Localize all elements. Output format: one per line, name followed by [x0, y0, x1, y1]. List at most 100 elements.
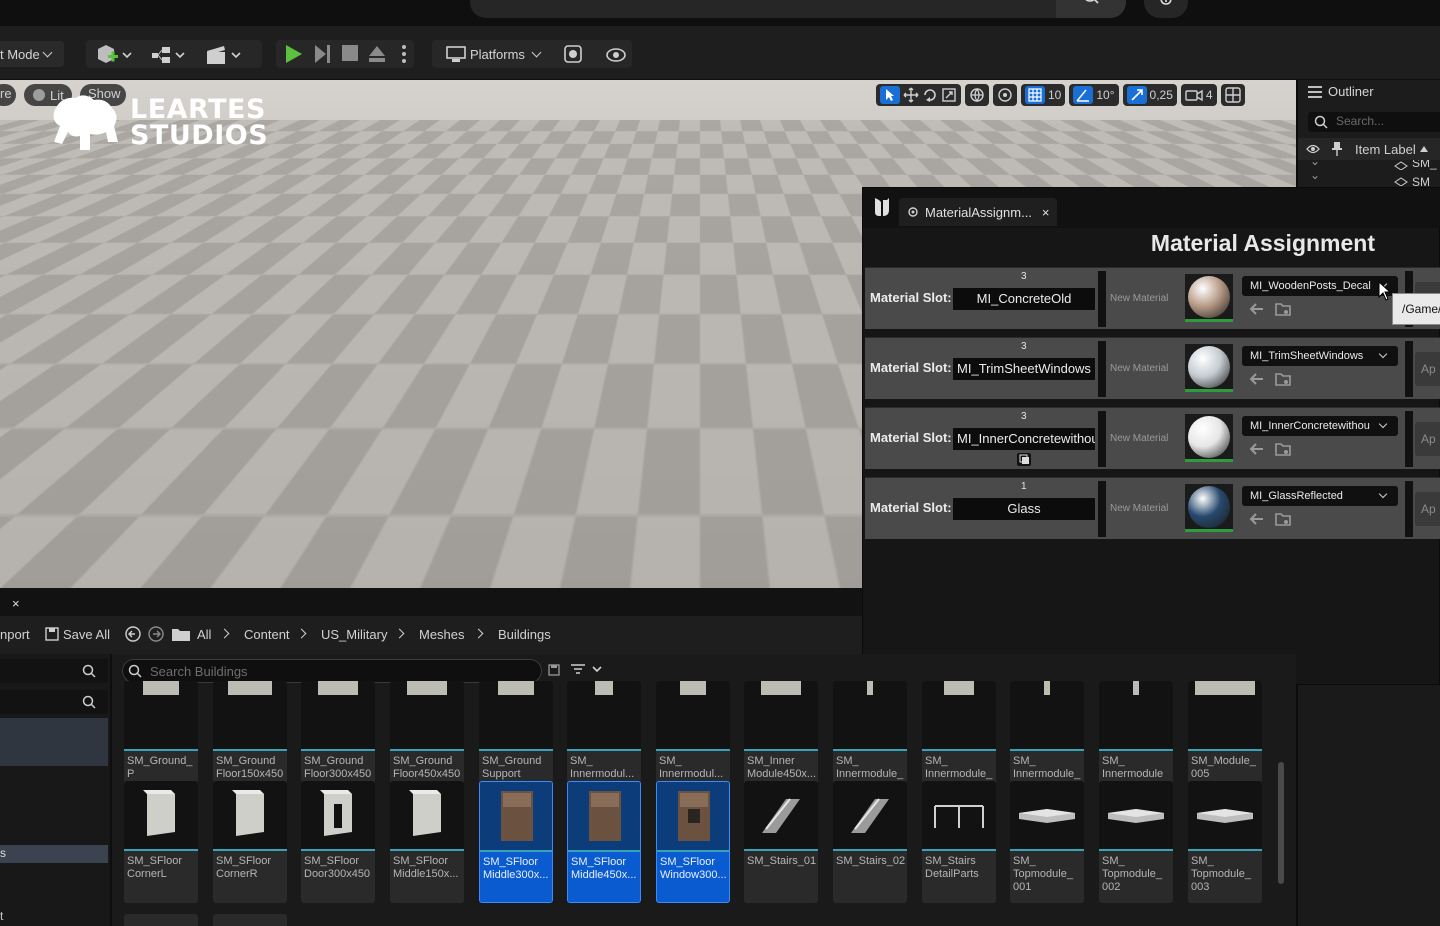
material-thumbnail[interactable]: [1185, 484, 1233, 532]
blueprint-icon[interactable]: [152, 45, 188, 65]
outliner-search-input[interactable]: Search...: [1308, 112, 1440, 132]
filter-icon[interactable]: [571, 664, 603, 676]
asset-tile[interactable]: SM_SFloor Middle150x...: [390, 781, 464, 903]
save-all-button[interactable]: Save All: [63, 627, 110, 642]
use-selected-icon[interactable]: [1249, 302, 1265, 316]
select-tool[interactable]: [880, 86, 900, 104]
slot-name-field[interactable]: MI_ConcreteOld: [953, 288, 1095, 310]
use-selected-icon[interactable]: [1249, 512, 1265, 526]
slot-name-field[interactable]: MI_TrimSheetWindows: [953, 358, 1095, 380]
viewport-layout-button[interactable]: [1221, 84, 1245, 106]
item-label-column[interactable]: Item Label: [1355, 142, 1416, 157]
grid-snap-control[interactable]: 10: [1021, 84, 1065, 106]
mesh-thumbnail-icon: [1017, 681, 1077, 699]
folder-tree-highlight[interactable]: [0, 718, 108, 766]
cinematics-icon[interactable]: [206, 45, 242, 65]
eject-icon[interactable]: [368, 45, 386, 63]
material-picker-dropdown[interactable]: MI_TrimSheetWindows: [1242, 346, 1398, 366]
import-button[interactable]: nport: [0, 627, 30, 642]
browse-folder-icon[interactable]: [1275, 302, 1291, 316]
asset-tile[interactable]: SM_SFloor Middle300x...: [479, 781, 553, 903]
breadcrumb-us-military[interactable]: US_Military: [321, 627, 387, 642]
asset-tile[interactable]: SM_ Topmodule_ 001: [1010, 781, 1084, 903]
browse-folder-icon[interactable]: [1275, 442, 1291, 456]
close-icon[interactable]: ×: [12, 596, 20, 611]
material-thumbnail[interactable]: [1185, 344, 1233, 392]
asset-tile[interactable]: SM_ Topmodule_ 003: [1188, 781, 1262, 903]
rotate-icon[interactable]: [922, 87, 938, 103]
asset-tile[interactable]: SM_SFloor Middle450x...: [567, 781, 641, 903]
outliner-tab[interactable]: Outliner: [1308, 84, 1374, 99]
use-selected-icon[interactable]: [1249, 372, 1265, 386]
asset-search-input[interactable]: Search Buildings: [122, 659, 542, 683]
asset-grid-scrollbar[interactable]: [1278, 762, 1284, 884]
top-search-input[interactable]: 搜索: [470, 0, 1126, 18]
apply-button[interactable]: Ap: [1415, 492, 1440, 526]
close-tab-icon[interactable]: ×: [1042, 205, 1050, 220]
breadcrumb-meshes[interactable]: Meshes: [419, 627, 465, 642]
grid-snap-toggle[interactable]: [1025, 86, 1045, 104]
apply-button[interactable]: Ap: [1415, 422, 1440, 456]
save-search-icon[interactable]: [548, 664, 560, 676]
move-icon[interactable]: [903, 87, 919, 103]
mesh-thumbnail-icon: [230, 790, 270, 840]
settings-icon[interactable]: [564, 45, 582, 63]
camera-speed-control[interactable]: 4: [1181, 84, 1217, 106]
apply-button[interactable]: Ap: [1415, 352, 1440, 386]
asset-tile[interactable]: SM_Stairs_02: [833, 781, 907, 903]
pin-icon[interactable]: [1332, 142, 1342, 156]
material-assignment-tab[interactable]: MaterialAssignm... ×: [899, 198, 1057, 226]
asset-tile[interactable]: SM_SFloor CornerR: [213, 781, 287, 903]
top-search-button[interactable]: [1056, 0, 1126, 18]
add-actor-icon[interactable]: [96, 45, 132, 65]
mode-dropdown[interactable]: t Mode: [0, 41, 64, 67]
material-picker-dropdown[interactable]: MI_GlassReflected: [1242, 486, 1398, 506]
asset-tile[interactable]: SM_Stairs_01: [744, 781, 818, 903]
platforms-dropdown[interactable]: Platforms: [446, 41, 540, 67]
sources-search-input[interactable]: [0, 659, 108, 683]
scale-icon[interactable]: [941, 87, 957, 103]
asset-tile-partial[interactable]: [124, 914, 198, 926]
mesh-thumbnail-icon: [397, 681, 457, 699]
asset-tile[interactable]: SM_SFloor Door300x450: [301, 781, 375, 903]
asset-tile[interactable]: SM_ Topmodule_ 002: [1099, 781, 1173, 903]
breadcrumb-all[interactable]: All: [197, 627, 211, 642]
stop-icon[interactable]: [342, 45, 358, 61]
play-icon[interactable]: [285, 45, 303, 63]
back-icon[interactable]: [125, 626, 141, 642]
folder-tree-selected[interactable]: s: [0, 845, 108, 863]
scale-snap-control[interactable]: 0,25: [1123, 84, 1177, 106]
world-local-toggle[interactable]: [965, 84, 989, 106]
asset-tile[interactable]: SM_SFloor CornerL: [124, 781, 198, 903]
angle-snap-toggle[interactable]: [1073, 86, 1093, 104]
mic-button[interactable]: [1144, 0, 1188, 18]
angle-snap-control[interactable]: 10°: [1069, 84, 1118, 106]
material-picker-dropdown[interactable]: MI_InnerConcretewithou: [1242, 416, 1398, 436]
use-selected-icon[interactable]: [1249, 442, 1265, 456]
copy-icon[interactable]: [1017, 453, 1031, 466]
outliner-row[interactable]: ⌄ SM_: [1298, 160, 1440, 174]
viewport-menu-pill[interactable]: re: [0, 84, 16, 106]
surface-snap-toggle[interactable]: [993, 84, 1017, 106]
step-icon[interactable]: [313, 45, 331, 63]
material-picker-dropdown[interactable]: MI_WoodenPosts_Decal: [1242, 276, 1398, 296]
scale-snap-toggle[interactable]: [1127, 86, 1147, 104]
asset-tile[interactable]: SM_SFloor Window300...: [656, 781, 730, 903]
source-control-icon[interactable]: [606, 45, 626, 63]
asset-tile[interactable]: SM_Stairs DetailParts: [922, 781, 996, 903]
slot-name-field[interactable]: MI_InnerConcretewithout: [953, 428, 1095, 450]
outliner-row[interactable]: ⌄ SM: [1298, 174, 1440, 188]
browse-folder-icon[interactable]: [1275, 512, 1291, 526]
slot-name-field[interactable]: Glass: [953, 498, 1095, 520]
eye-icon[interactable]: [1306, 144, 1320, 154]
breadcrumb-buildings[interactable]: Buildings: [498, 627, 551, 642]
asset-tile-partial[interactable]: [213, 914, 287, 926]
new-material-label: New Material: [1110, 503, 1168, 514]
more-options-icon[interactable]: [401, 45, 407, 63]
forward-icon[interactable]: [148, 626, 164, 642]
browse-folder-icon[interactable]: [1275, 372, 1291, 386]
collections-search-input[interactable]: [0, 690, 108, 714]
breadcrumb-content[interactable]: Content: [244, 627, 290, 642]
material-thumbnail[interactable]: [1185, 274, 1233, 322]
material-thumbnail[interactable]: [1185, 414, 1233, 462]
